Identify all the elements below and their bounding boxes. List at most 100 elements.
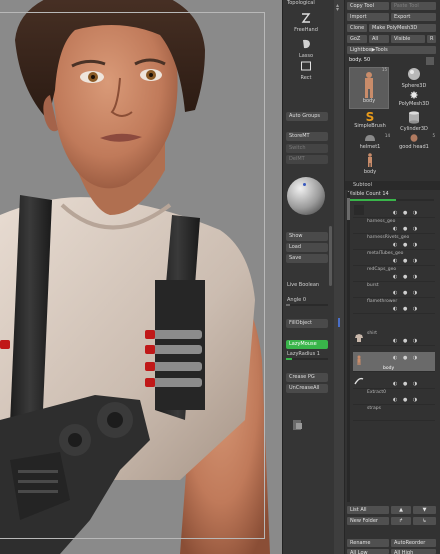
- all-button[interactable]: All: [369, 35, 389, 43]
- subtool-row[interactable]: ◐ ● ◑: [353, 373, 435, 389]
- subtool-visibility-icons[interactable]: ◐ ● ◑: [393, 355, 419, 361]
- auto-groups-button[interactable]: Auto Groups: [286, 112, 328, 121]
- copy-tool-button[interactable]: Copy Tool: [347, 2, 389, 10]
- make-polymesh-button[interactable]: Make PolyMesh3D: [369, 24, 436, 32]
- lasso-tool[interactable]: Lasso: [283, 38, 329, 59]
- rect-tool[interactable]: Rect: [283, 60, 329, 81]
- transp-icon[interactable]: [291, 418, 305, 432]
- fill-object-button[interactable]: FillObject: [286, 319, 328, 328]
- subtool-visibility-icons[interactable]: ◐ ● ◑: [393, 210, 419, 216]
- angle-slider[interactable]: [286, 304, 328, 306]
- subtool-visibility-icons[interactable]: ◐ ● ◑: [393, 242, 419, 248]
- show-button[interactable]: Show: [286, 232, 328, 241]
- store-mt-button[interactable]: StoreMT: [286, 132, 328, 141]
- auto-reorder-button[interactable]: AutoReorder: [391, 539, 436, 547]
- import-button[interactable]: Import: [347, 13, 389, 21]
- subtool-visibility-icons[interactable]: ◐ ● ◑: [393, 381, 419, 387]
- visible-count-label[interactable]: Visible Count 14: [348, 191, 436, 199]
- document-frame: [0, 12, 265, 539]
- subtool-visibility-icons[interactable]: ◐ ● ◑: [393, 397, 419, 403]
- subtool-row[interactable]: flamethrower ◐ ● ◑: [353, 298, 435, 314]
- goz-button[interactable]: GoZ: [347, 35, 367, 43]
- subtool-visibility-icons[interactable]: ◐ ● ◑: [393, 258, 419, 264]
- switch-button[interactable]: Switch: [286, 144, 328, 153]
- head-icon: [410, 134, 418, 142]
- visible-button[interactable]: Visible: [391, 35, 425, 43]
- cylinder-icon: [409, 111, 419, 124]
- folder-marker-icon: [338, 318, 340, 327]
- lazy-radius-slider-label[interactable]: LazyRadius 1: [287, 351, 320, 357]
- subtool-row[interactable]: Extract0 ◐ ● ◑: [353, 389, 435, 405]
- subtool-visibility-icons[interactable]: ◐ ● ◑: [393, 290, 419, 296]
- lasso-label: Lasso: [298, 53, 314, 59]
- tool-thumb-body[interactable]: 15 body: [349, 67, 389, 109]
- rename-button[interactable]: Rename: [347, 539, 389, 547]
- new-folder-button[interactable]: New Folder: [347, 517, 389, 525]
- lightbox-tools-button[interactable]: Lightbox▶Tools: [347, 46, 436, 54]
- shelf-scrollbar[interactable]: [329, 226, 332, 286]
- move-down-button[interactable]: ↳: [413, 517, 436, 525]
- arrow-up-icon: ▲: [399, 507, 403, 513]
- tool-name: body: [362, 98, 376, 104]
- r-button[interactable]: R: [427, 35, 436, 43]
- subtool-name: straps: [367, 406, 381, 411]
- subtool-scrollbar[interactable]: [347, 192, 350, 502]
- tool-thumb-body-2[interactable]: body: [349, 153, 391, 175]
- del-mt-button[interactable]: DelMT: [286, 155, 328, 164]
- subtool-thumb-icon: [354, 205, 364, 215]
- freehand-tool[interactable]: FreeHand: [283, 12, 329, 33]
- canvas-viewport[interactable]: [0, 0, 282, 554]
- clone-button[interactable]: Clone: [347, 24, 367, 32]
- subtool-row[interactable]: redCaps_geo ◐ ● ◑: [353, 266, 435, 282]
- subtool-visibility-icons[interactable]: ◐ ● ◑: [393, 226, 419, 232]
- current-tool-name: body. 50: [349, 57, 371, 63]
- lazy-mouse-toggle[interactable]: LazyMouse: [286, 340, 328, 349]
- subtool-name: body: [383, 366, 395, 371]
- arrow-down-button[interactable]: ▼: [413, 506, 436, 514]
- subtool-row[interactable]: burst ◐ ● ◑: [353, 282, 435, 298]
- live-boolean-toggle[interactable]: Live Boolean: [287, 282, 319, 288]
- tool-thumb-cylinder3d[interactable]: Cylinder3D: [392, 111, 436, 133]
- crease-pg-button[interactable]: Crease PG: [286, 373, 328, 382]
- tool-thumb-good-head1[interactable]: 5 good head1: [392, 133, 436, 152]
- tool-thumb-simplebrush[interactable]: S SimpleBrush: [349, 111, 391, 133]
- current-tool-slider[interactable]: [426, 57, 434, 65]
- save-button[interactable]: Save: [286, 254, 328, 263]
- visible-count-slider[interactable]: [350, 199, 434, 201]
- subtool-visibility-icons[interactable]: ◐ ● ◑: [393, 338, 419, 344]
- arrow-up-button[interactable]: ▲: [391, 506, 411, 514]
- subtool-row[interactable]: shirt ◐ ● ◑: [353, 330, 435, 346]
- subtool-row[interactable]: harnessRivets_geo ◐ ● ◑: [353, 234, 435, 250]
- move-up-button[interactable]: ↱: [391, 517, 411, 525]
- export-button[interactable]: Export: [391, 13, 436, 21]
- subtool-name: flamethrower: [367, 299, 398, 304]
- tool-thumb-polymesh3d[interactable]: ✸ PolyMesh3D: [392, 90, 436, 110]
- tool-thumb-sphere3d[interactable]: Sphere3D: [392, 67, 436, 89]
- subtool-row-active[interactable]: body ◐ ● ◑: [353, 352, 435, 372]
- chevron-down-icon[interactable]: ▾: [336, 6, 339, 13]
- subtool-visibility-icons[interactable]: ◐ ● ◑: [393, 306, 419, 312]
- tool-name: helmet1: [359, 144, 381, 150]
- subtool-name: shirt: [367, 331, 378, 336]
- all-high-button[interactable]: All High: [391, 549, 436, 554]
- paste-tool-button[interactable]: Paste Tool: [391, 2, 436, 10]
- subtool-row[interactable]: metalTubes_geo ◐ ● ◑: [353, 250, 435, 266]
- list-all-button[interactable]: List All: [347, 506, 389, 514]
- subtool-name: Extract0: [367, 390, 386, 395]
- all-low-button[interactable]: All Low: [347, 549, 389, 554]
- freehand-icon: [301, 13, 311, 23]
- subtool-row[interactable]: harness_geo ◐ ● ◑: [353, 218, 435, 234]
- load-button[interactable]: Load: [286, 243, 328, 252]
- subtool-name: harnessRivets_geo: [367, 235, 410, 240]
- subtool-row[interactable]: straps: [353, 405, 435, 421]
- palette-gutter: ▴ ▾: [334, 0, 344, 554]
- uncrease-all-button[interactable]: UnCreaseAll: [286, 384, 328, 393]
- angle-slider-label[interactable]: Angle 0: [287, 297, 306, 303]
- material-sphere-preview[interactable]: [287, 177, 325, 215]
- subtool-visibility-icons[interactable]: ◐ ● ◑: [393, 274, 419, 280]
- lasso-icon: [303, 39, 310, 49]
- tool-thumb-helmet1[interactable]: 14 helmet1: [349, 133, 391, 152]
- subtool-row[interactable]: ◐ ● ◑: [353, 202, 435, 218]
- lazy-radius-slider[interactable]: [286, 358, 328, 360]
- subtool-header[interactable]: Subtool: [345, 181, 440, 190]
